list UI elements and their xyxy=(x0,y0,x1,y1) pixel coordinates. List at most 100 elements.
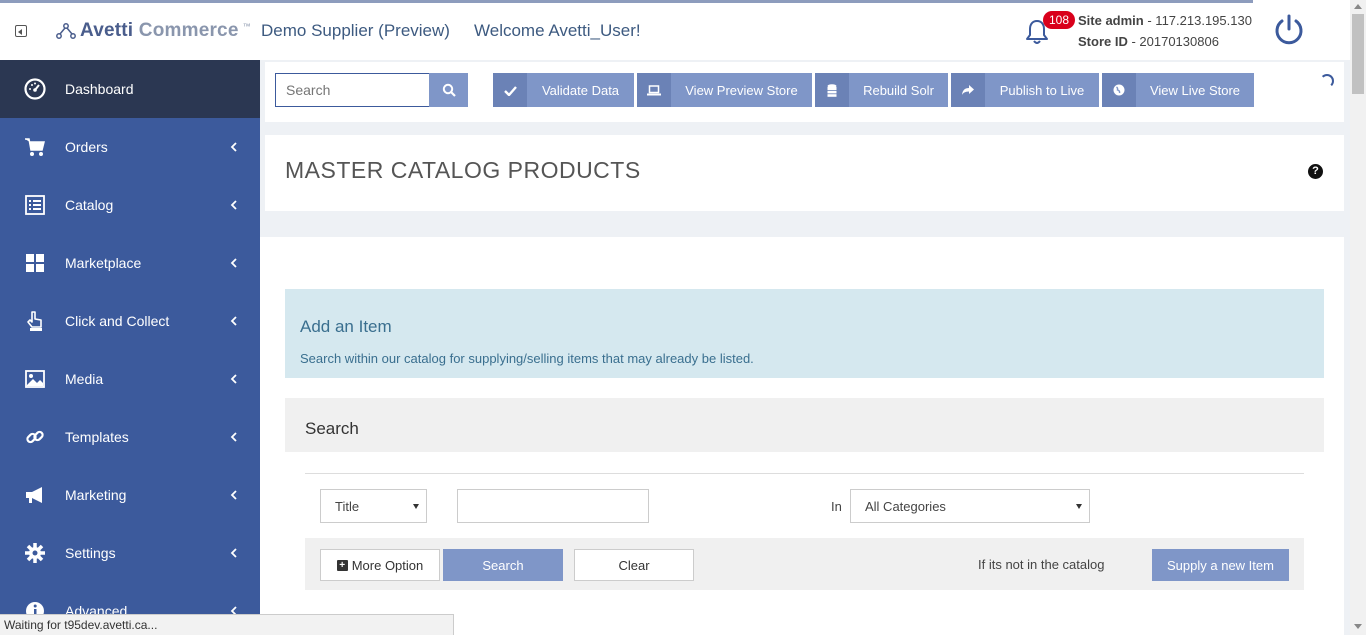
sidebar-collapse-icon[interactable] xyxy=(15,25,27,37)
search-panel-header: Search xyxy=(285,398,1324,452)
add-item-info-box: Add an Item Search within our catalog fo… xyxy=(285,289,1324,378)
category-value: All Categories xyxy=(865,498,946,514)
store-id-label: Store ID xyxy=(1078,34,1128,49)
list-icon xyxy=(25,195,45,215)
not-in-catalog-text: If its not in the catalog xyxy=(978,557,1105,572)
sidebar-item-catalog[interactable]: Catalog xyxy=(0,176,260,234)
chevron-left-icon xyxy=(230,548,237,558)
sidebar-item-label: Orders xyxy=(65,139,108,155)
sidebar-item-label: Dashboard xyxy=(65,81,134,97)
more-option-button[interactable]: + More Option xyxy=(320,549,440,581)
check-icon xyxy=(503,85,517,96)
site-admin-ip: - 117.213.195.130 xyxy=(1143,13,1252,28)
globe-icon xyxy=(1113,84,1125,96)
database-icon xyxy=(827,83,837,97)
site-admin-label: Site admin xyxy=(1078,13,1144,28)
sidebar-item-click-and-collect[interactable]: Click and Collect xyxy=(0,292,260,350)
scroll-up-icon[interactable] xyxy=(1354,4,1362,9)
sidebar-item-settings[interactable]: Settings xyxy=(0,524,260,582)
sidebar-item-label: Marketplace xyxy=(65,255,142,271)
search-field-value: Title xyxy=(335,498,360,514)
sidebar-item-orders[interactable]: Orders xyxy=(0,118,260,176)
sidebar-item-media[interactable]: Media xyxy=(0,350,260,408)
gear-icon xyxy=(25,543,45,563)
sidebar-item-dashboard[interactable]: Dashboard xyxy=(0,60,260,118)
view-preview-store-button[interactable]: View Preview Store xyxy=(637,73,812,107)
logo-trademark: ™ xyxy=(242,22,251,31)
chevron-left-icon xyxy=(230,142,237,152)
view-live-store-label: View Live Store xyxy=(1149,82,1241,98)
search-icon xyxy=(442,83,456,97)
bullhorn-icon xyxy=(26,487,42,503)
notification-count-badge[interactable]: 108 xyxy=(1043,11,1076,29)
chevron-left-icon xyxy=(230,258,237,268)
loading-spinner-icon xyxy=(1320,74,1334,88)
store-name[interactable]: Demo Supplier (Preview) xyxy=(261,21,450,41)
top-bar: Avetti Commerce ™ Demo Supplier (Preview… xyxy=(0,0,1350,60)
sidebar-nav: Dashboard Orders Catalog Marketplace Cli… xyxy=(0,60,260,635)
publish-to-live-button[interactable]: Publish to Live xyxy=(951,73,1099,107)
scroll-down-icon[interactable] xyxy=(1354,624,1362,629)
supply-new-item-button[interactable]: Supply a new Item xyxy=(1152,549,1289,581)
page-scrollbar[interactable] xyxy=(1350,0,1366,635)
view-preview-store-label: View Preview Store xyxy=(685,82,798,98)
sidebar-item-label: Marketing xyxy=(65,487,127,503)
dropdown-caret-icon xyxy=(1076,504,1082,509)
search-field-select[interactable]: Title xyxy=(320,489,427,523)
section-divider xyxy=(305,473,1304,474)
rebuild-solr-label: Rebuild Solr xyxy=(863,82,934,98)
dropdown-caret-icon xyxy=(413,504,419,509)
browser-status-bar: Waiting for t95dev.avetti.ca... xyxy=(0,614,454,635)
dashboard-gauge-icon xyxy=(24,78,46,100)
add-item-title: Add an Item xyxy=(300,317,392,336)
search-term-input[interactable] xyxy=(457,489,649,523)
clear-button[interactable]: Clear xyxy=(574,549,694,581)
scroll-thumb[interactable] xyxy=(1352,14,1364,94)
avetti-logo[interactable]: Avetti Commerce ™ xyxy=(56,20,251,42)
power-logout-icon[interactable] xyxy=(1272,13,1306,47)
view-live-store-button[interactable]: View Live Store xyxy=(1102,73,1254,107)
welcome-message: Welcome Avetti_User! xyxy=(474,21,641,40)
admin-info: Site admin - 117.213.195.130 Store ID - … xyxy=(1078,10,1252,52)
link-icon xyxy=(26,430,44,444)
in-label: In xyxy=(831,499,842,514)
chevron-left-icon xyxy=(230,490,237,500)
sidebar-item-label: Click and Collect xyxy=(65,313,170,329)
more-option-label: More Option xyxy=(351,557,424,573)
sidebar-item-label: Settings xyxy=(65,545,116,561)
sidebar-item-templates[interactable]: Templates xyxy=(0,408,260,466)
image-icon xyxy=(25,370,45,388)
category-select[interactable]: All Categories xyxy=(850,489,1090,523)
hand-pointer-icon xyxy=(27,311,42,331)
sidebar-item-label: Catalog xyxy=(65,197,114,213)
validate-data-button[interactable]: Validate Data xyxy=(493,73,634,107)
search-button[interactable]: Search xyxy=(443,549,563,581)
grid-icon xyxy=(26,254,44,272)
shopping-cart-icon xyxy=(25,138,45,156)
sidebar-item-marketplace[interactable]: Marketplace xyxy=(0,234,260,292)
chevron-left-icon xyxy=(230,316,237,326)
page-title: MASTER CATALOG PRODUCTS xyxy=(285,157,641,183)
laptop-icon xyxy=(647,84,661,95)
sidebar-item-label: Media xyxy=(65,371,104,387)
rebuild-solr-button[interactable]: Rebuild Solr xyxy=(815,73,948,107)
page-load-progress xyxy=(0,0,1253,3)
logo-network-icon xyxy=(56,23,76,39)
global-search-input[interactable] xyxy=(275,73,430,107)
validate-data-label: Validate Data xyxy=(541,82,620,98)
sidebar-item-marketing[interactable]: Marketing xyxy=(0,466,260,524)
publish-to-live-label: Publish to Live xyxy=(999,82,1085,98)
chevron-left-icon xyxy=(230,374,237,384)
logo-text: Avetti Commerce xyxy=(80,20,239,42)
chevron-left-icon xyxy=(230,200,237,210)
action-toolbar: Validate Data View Preview Store Rebuild… xyxy=(265,62,1344,122)
global-search-button[interactable] xyxy=(429,73,468,107)
sidebar-item-label: Templates xyxy=(65,429,129,445)
page-header-card: MASTER CATALOG PRODUCTS ? xyxy=(265,135,1344,211)
chevron-left-icon xyxy=(230,432,237,442)
store-id-value: - 20170130806 xyxy=(1127,34,1219,49)
add-item-description: Search within our catalog for supplying/… xyxy=(300,351,754,366)
search-panel-title: Search xyxy=(305,419,359,438)
logo-brand: Avetti xyxy=(80,20,134,41)
help-question-icon[interactable]: ? xyxy=(1308,164,1323,179)
